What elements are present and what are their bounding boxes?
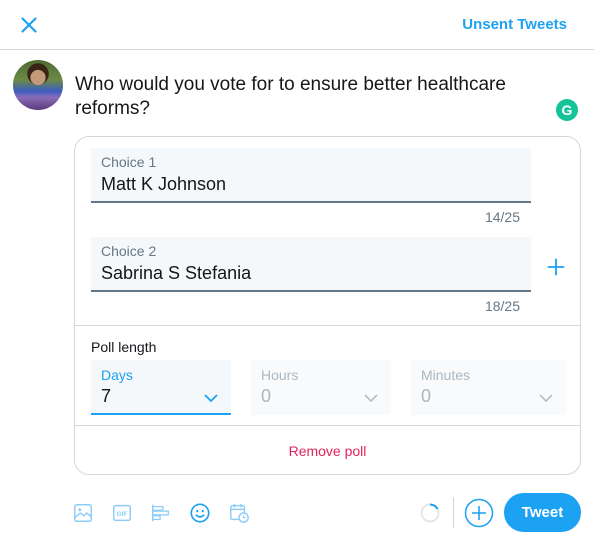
- minutes-value: 0: [421, 386, 432, 406]
- choice-1-counter: 14/25: [484, 209, 520, 225]
- days-label: Days: [101, 367, 133, 383]
- character-progress-ring: [420, 503, 440, 523]
- poll-length-label: Poll length: [91, 339, 157, 355]
- image-icon[interactable]: [72, 502, 94, 524]
- divider: [75, 425, 580, 426]
- chevron-down-icon: [539, 394, 553, 403]
- minutes-label: Minutes: [421, 367, 471, 383]
- days-select[interactable]: Days 7: [91, 360, 231, 415]
- chevron-down-icon: [364, 394, 378, 403]
- choice-1-input[interactable]: Choice 1 Matt K Johnson: [91, 148, 531, 203]
- divider: [75, 325, 580, 326]
- choice-2-counter: 18/25: [484, 298, 520, 314]
- gif-icon[interactable]: GIF: [111, 502, 133, 524]
- tweet-button[interactable]: Tweet: [504, 493, 581, 532]
- svg-text:GIF: GIF: [117, 511, 128, 518]
- grammarly-icon[interactable]: G: [556, 99, 578, 121]
- toolbar-divider: [453, 497, 454, 528]
- minutes-select[interactable]: Minutes 0: [411, 360, 566, 415]
- choice-2-input[interactable]: Choice 2 Sabrina S Stefania: [91, 237, 531, 292]
- days-value: 7: [101, 386, 112, 406]
- schedule-icon[interactable]: [228, 502, 250, 524]
- remove-poll-button[interactable]: Remove poll: [75, 443, 580, 459]
- unsent-tweets-link[interactable]: Unsent Tweets: [462, 16, 567, 33]
- choice-2-label: Choice 2: [101, 243, 157, 259]
- choice-1-label: Choice 1: [101, 154, 157, 170]
- add-tweet-icon[interactable]: [464, 498, 494, 528]
- avatar[interactable]: [13, 60, 63, 110]
- emoji-icon[interactable]: [189, 502, 211, 524]
- tweet-text-input[interactable]: Who would you vote for to ensure better …: [75, 73, 545, 121]
- hours-select[interactable]: Hours 0: [251, 360, 391, 415]
- close-icon[interactable]: [16, 12, 42, 38]
- choice-1-value: Matt K Johnson: [101, 174, 227, 194]
- hours-label: Hours: [261, 367, 299, 383]
- add-choice-icon[interactable]: [545, 256, 567, 278]
- choice-2-value: Sabrina S Stefania: [101, 263, 252, 283]
- chevron-down-icon: [204, 394, 218, 403]
- hours-value: 0: [261, 386, 272, 406]
- modal-header: Unsent Tweets: [0, 0, 594, 50]
- poll-editor: Choice 1 Matt K Johnson 14/25 Choice 2 S…: [74, 136, 581, 475]
- poll-icon[interactable]: [150, 502, 172, 524]
